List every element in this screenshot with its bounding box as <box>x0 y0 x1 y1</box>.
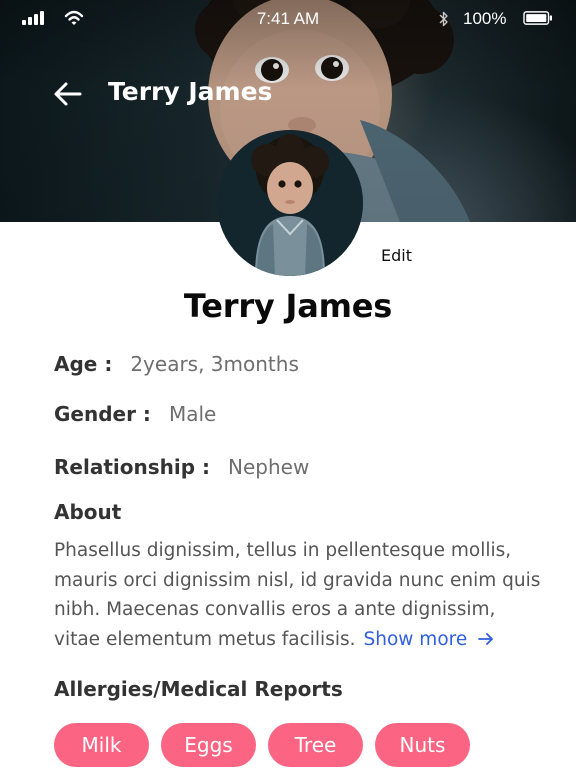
allergy-chip-tree[interactable]: Tree <box>268 723 363 767</box>
avatar <box>217 130 363 276</box>
allergy-chip-eggs[interactable]: Eggs <box>161 723 256 767</box>
allergy-chip-nuts[interactable]: Nuts <box>375 723 470 767</box>
about-title: About <box>54 500 122 524</box>
status-bar: 7:41 AM 100% <box>0 0 576 38</box>
profile-name: Terry James <box>183 287 393 325</box>
about-text: Phasellus dignissim, tellus in pellentes… <box>54 536 544 654</box>
gender-row: Gender : Male <box>54 402 216 426</box>
relationship-value: Nephew <box>228 455 310 479</box>
arrow-right-icon <box>478 632 494 645</box>
battery-icon <box>523 11 552 25</box>
gender-label: Gender : <box>54 402 151 426</box>
nav-title: Terry James <box>108 77 273 106</box>
age-value: 2years, 3months <box>130 352 299 376</box>
about-last-line: vitae elementum metus facilisis. Show mor… <box>54 625 544 655</box>
battery-percentage: 100% <box>463 9 507 28</box>
edit-avatar-link[interactable]: Edit <box>381 246 412 265</box>
arrow-left-icon <box>54 82 82 106</box>
age-label: Age : <box>54 352 113 376</box>
back-button[interactable] <box>50 78 86 110</box>
relationship-label: Relationship : <box>54 455 210 479</box>
about-line: Phasellus dignissim, tellus in pellentes… <box>54 540 512 561</box>
about-line: vitae elementum metus facilisis. <box>54 628 356 650</box>
relationship-row: Relationship : Nephew <box>54 455 309 479</box>
avatar-photo <box>217 130 363 276</box>
show-more-link[interactable]: Show more <box>364 629 496 650</box>
bluetooth-icon <box>439 11 448 27</box>
gender-value: Male <box>168 402 217 426</box>
about-line: nibh. Maecenas convallis eros a ante dig… <box>54 599 496 620</box>
allergy-chip-milk[interactable]: Milk <box>54 723 149 767</box>
allergies-title: Allergies/Medical Reports <box>54 677 343 701</box>
show-more-label: Show more <box>363 628 468 650</box>
about-line: mauris orci dignissim nisl, id gravida n… <box>54 569 541 591</box>
age-row: Age : 2years, 3months <box>54 352 299 376</box>
